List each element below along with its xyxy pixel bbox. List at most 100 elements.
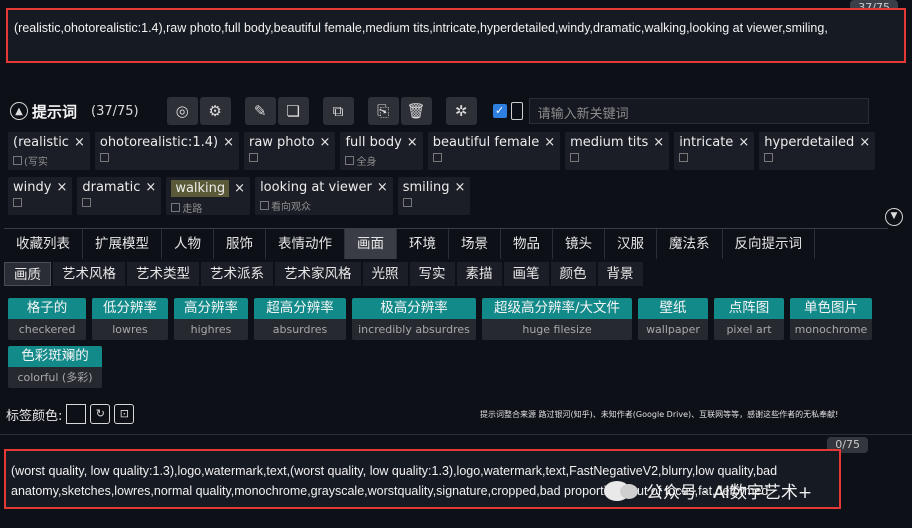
translate-button[interactable]: ◎ [166, 97, 198, 125]
category-tab[interactable]: 物品 [501, 229, 553, 259]
category-tab[interactable]: 人物 [162, 229, 214, 259]
sub-category-tab[interactable]: 颜色 [550, 262, 596, 286]
category-tab[interactable]: 反向提示词 [723, 229, 815, 259]
category-tab[interactable]: 魔法系 [657, 229, 723, 259]
prompt-tag[interactable]: ohotorealistic:1.4) × [94, 132, 239, 170]
sub-category-tab[interactable]: 写实 [409, 262, 455, 286]
close-icon[interactable]: × [56, 180, 67, 195]
prompt-option-button[interactable]: 壁纸 wallpaper [638, 298, 708, 340]
close-icon[interactable]: × [859, 135, 870, 150]
color-swatch[interactable] [66, 404, 87, 424]
translate-icon [764, 153, 774, 162]
close-icon[interactable]: × [653, 135, 664, 150]
sub-category-tab[interactable]: 艺术类型 [127, 262, 199, 286]
prompt-tag[interactable]: walking × 走路 [166, 177, 251, 215]
prompt-tag[interactable]: medium tits × [565, 132, 670, 170]
prompt-option-button[interactable]: 点阵图 pixel art [714, 298, 784, 340]
prompt-tag-label: medium tits [570, 135, 649, 150]
prompt-option-en: highres [190, 323, 232, 336]
prompt-tag[interactable]: intricate × [674, 132, 755, 170]
prompt-tag[interactable]: dramatic × [77, 177, 162, 215]
prompt-tag[interactable]: (realistic × (写实 [8, 132, 90, 170]
split-button[interactable]: ⧉ [322, 97, 354, 125]
prompt-option-button[interactable]: 格子的 checkered [8, 298, 86, 340]
clear-button[interactable]: 🗑 [400, 97, 432, 125]
category-tab[interactable]: 场景 [449, 229, 501, 259]
prompt-tag[interactable]: smiling × [397, 177, 471, 215]
prompt-tag[interactable]: hyperdetailed × [759, 132, 876, 170]
close-icon[interactable]: × [407, 135, 418, 150]
close-icon[interactable]: × [377, 180, 388, 195]
enable-checkbox[interactable]: ✓ [492, 104, 507, 118]
reset-icon[interactable]: ↻ [90, 404, 111, 424]
close-icon[interactable]: × [234, 181, 245, 196]
close-icon[interactable]: × [74, 135, 85, 150]
prompt-tag-label: dramatic [82, 180, 141, 195]
category-tab[interactable]: 收藏列表 [4, 229, 83, 259]
translate-icon [13, 156, 22, 165]
prompt-tag[interactable]: windy × [8, 177, 73, 215]
prompt-tag-label: raw photo [248, 135, 315, 150]
prompt-option-cn: 色彩斑斓的 [8, 346, 102, 367]
prompt-option-cn: 单色图片 [790, 298, 872, 319]
category-tab[interactable]: 汉服 [605, 229, 657, 259]
prompt-tag-label: looking at viewer [260, 180, 372, 195]
prompt-option-button[interactable]: 极高分辨率 incredibly absurdres [352, 298, 476, 340]
close-icon[interactable]: × [145, 180, 156, 195]
category-tab[interactable]: 环境 [397, 229, 449, 259]
sub-category-tab[interactable]: 背景 [597, 262, 643, 286]
close-icon[interactable]: × [544, 135, 555, 150]
prompt-tag[interactable]: full body × 全身 [340, 132, 423, 170]
prompt-tag[interactable]: raw photo × [243, 132, 336, 170]
collapse-icon[interactable]: ▲ [10, 102, 28, 120]
translate-icon [82, 198, 92, 207]
prompt-option-button[interactable]: 超高分辨率 absurdres [254, 298, 346, 340]
sub-category-tab[interactable]: 素描 [456, 262, 502, 286]
prompt-option-button[interactable]: 色彩斑斓的 colorful (多彩) [8, 346, 102, 388]
sub-category-tab[interactable]: 艺术风格 [53, 262, 125, 286]
watermark-text: 公众号 · AI数字艺术+ [646, 483, 813, 503]
edit-button[interactable]: ✎ [244, 97, 276, 125]
close-icon[interactable]: × [320, 135, 331, 150]
sub-category-tab[interactable]: 艺术派系 [201, 262, 273, 286]
close-icon[interactable]: × [455, 180, 466, 195]
prompt-tag-translation: 全身 [356, 157, 377, 168]
sub-category-tab[interactable]: 光照 [362, 262, 408, 286]
divider [0, 434, 912, 435]
prompt-tag[interactable]: beautiful female × [427, 132, 561, 170]
prompt-option-en: monochrome [794, 323, 868, 336]
category-tab[interactable]: 表情动作 [266, 229, 345, 259]
expand-icon[interactable]: ▼ [885, 208, 903, 226]
prompt-option-button[interactable]: 超级高分辨率/大文件 huge filesize [482, 298, 632, 340]
prompt-option-cn: 超级高分辨率/大文件 [482, 298, 632, 319]
sub-category-tab[interactable]: 画质 [4, 262, 51, 286]
prompt-option-button[interactable]: 单色图片 monochrome [790, 298, 872, 340]
prompt-tag-label: full body [345, 135, 402, 150]
prompt-option-en: pixel art [726, 323, 772, 336]
prompt-option-button[interactable]: 低分辨率 lowres [92, 298, 168, 340]
category-tab[interactable]: 画面 [345, 229, 397, 259]
tag-color-label: 标签颜色: [6, 408, 63, 424]
translate-icon [260, 201, 270, 210]
keyword-input[interactable]: 请输入新关键词 [528, 98, 869, 124]
category-tab[interactable]: 镜头 [553, 229, 605, 259]
category-tab[interactable]: 服饰 [214, 229, 266, 259]
extra-settings-button[interactable]: ✲ [445, 97, 477, 125]
copy-button[interactable]: ⎘ [367, 97, 399, 125]
prompt-option-button[interactable]: 高分辨率 highres [174, 298, 248, 340]
close-icon[interactable]: × [738, 135, 749, 150]
prompt-option-cn: 极高分辨率 [352, 298, 476, 319]
sub-category-tab[interactable]: 艺术家风格 [275, 262, 361, 286]
sub-category-tab[interactable]: 画笔 [503, 262, 549, 286]
settings-button[interactable]: ⚙ [199, 97, 231, 125]
device-icon [510, 102, 523, 120]
prompt-tag[interactable]: looking at viewer × 看向观众 [255, 177, 393, 215]
prompt-option-cn: 壁纸 [638, 298, 708, 319]
positive-prompt-textarea[interactable]: (realistic,ohotorealistic:1.4),raw photo… [6, 8, 906, 63]
category-tab[interactable]: 扩展模型 [83, 229, 162, 259]
lock-icon[interactable]: ⊡ [114, 404, 135, 424]
category-tabs: 收藏列表 扩展模型 人物 服饰 表情动作 画面 环境 场景 物品 镜头 汉服 魔法系 反向提示词 [4, 228, 888, 259]
close-icon[interactable]: × [223, 135, 234, 150]
favorite-button[interactable]: ❏ [277, 97, 309, 125]
translate-icon [679, 153, 689, 162]
